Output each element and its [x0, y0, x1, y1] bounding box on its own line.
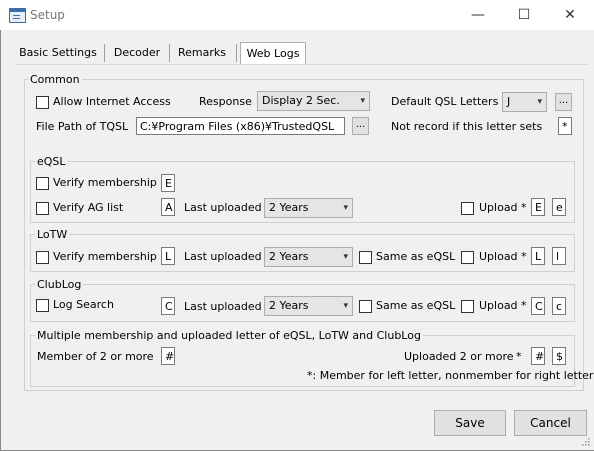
eqsl-last-uploaded-select[interactable]: 2 Years ▾ [264, 198, 353, 218]
tab-decoder[interactable]: Decoder [108, 42, 166, 64]
clublog-label: ClubLog [35, 278, 84, 291]
lotw-membership-letter-input[interactable]: L [161, 247, 175, 265]
chevron-down-icon: ▾ [360, 96, 365, 106]
clublog-last-uploaded-label: Last uploaded [184, 300, 262, 313]
letter-note: *: Member for left letter, nonmember for… [307, 369, 594, 382]
lotw-upload-right-input[interactable]: l [552, 247, 566, 265]
file-path-label: File Path of TQSL [36, 120, 129, 133]
clublog-same-as-eqsl-label: Same as eQSL [376, 299, 456, 312]
chevron-down-icon: ▾ [343, 203, 348, 213]
lotw-verify-membership-label: Verify membership [53, 250, 157, 263]
app-icon [9, 8, 26, 23]
file-path-browse-button[interactable]: ... [352, 117, 369, 135]
tab-basic-settings[interactable]: Basic Settings [16, 42, 100, 64]
clublog-search-letter-input[interactable]: C [161, 297, 175, 315]
save-button[interactable]: Save [434, 410, 506, 436]
not-record-input[interactable]: * [558, 117, 572, 135]
allow-internet-checkbox[interactable] [36, 96, 49, 109]
eqsl-upload-left-input[interactable]: E [531, 198, 545, 216]
cancel-button[interactable]: Cancel [514, 410, 587, 436]
eqsl-upload-star: * [521, 201, 527, 214]
clublog-upload-right-input[interactable]: c [552, 297, 566, 315]
clublog-log-search-checkbox[interactable] [36, 299, 49, 312]
chevron-down-icon: ▾ [343, 252, 348, 262]
uploaded-2-or-more-left-input[interactable]: # [531, 347, 545, 365]
file-path-input[interactable]: C:¥Program Files (x86)¥TrustedQSL [136, 117, 345, 135]
response-value: Display 2 Sec. [262, 94, 340, 107]
tab-divider [104, 44, 105, 62]
window-title: Setup [30, 8, 65, 22]
clublog-same-as-eqsl-checkbox[interactable] [359, 300, 372, 313]
allow-internet-label: Allow Internet Access [53, 95, 171, 108]
common-label: Common [28, 73, 82, 86]
multiple-label: Multiple membership and uploaded letter … [35, 329, 423, 342]
not-record-label: Not record if this letter sets [391, 120, 543, 133]
eqsl-verify-ag-label: Verify AG list [53, 201, 124, 214]
minimize-button[interactable]: — [455, 0, 501, 30]
eqsl-upload-right-input[interactable]: e [552, 198, 566, 216]
clublog-last-uploaded-select[interactable]: 2 Years ▾ [264, 296, 353, 316]
maximize-button[interactable]: ☐ [501, 0, 547, 30]
eqsl-verify-ag-checkbox[interactable] [36, 202, 49, 215]
tab-remarks[interactable]: Remarks [172, 42, 232, 64]
member-2-or-more-label: Member of 2 or more [37, 350, 154, 363]
tab-web-logs[interactable]: Web Logs [240, 42, 306, 65]
lotw-last-uploaded-label: Last uploaded [184, 250, 262, 263]
eqsl-last-uploaded-value: 2 Years [269, 201, 309, 214]
clublog-log-search-label: Log Search [53, 298, 114, 311]
default-qsl-select[interactable]: J ▾ [502, 92, 547, 112]
eqsl-ag-letter-input[interactable]: A [161, 198, 175, 216]
lotw-upload-label: Upload [479, 250, 518, 263]
lotw-same-as-eqsl-checkbox[interactable] [359, 251, 372, 264]
close-button[interactable]: ✕ [547, 0, 593, 30]
clublog-upload-left-input[interactable]: C [531, 297, 545, 315]
tab-divider [236, 44, 237, 62]
lotw-last-uploaded-value: 2 Years [269, 250, 309, 263]
eqsl-upload-checkbox[interactable] [461, 202, 474, 215]
eqsl-label: eQSL [35, 155, 68, 168]
eqsl-verify-membership-label: Verify membership [53, 176, 157, 189]
lotw-verify-membership-checkbox[interactable] [36, 251, 49, 264]
lotw-upload-left-input[interactable]: L [531, 247, 545, 265]
eqsl-verify-membership-checkbox[interactable] [36, 177, 49, 190]
uploaded-2-or-more-right-input[interactable]: $ [552, 347, 566, 365]
lotw-upload-checkbox[interactable] [461, 251, 474, 264]
clublog-upload-label: Upload [479, 299, 518, 312]
title-bar: Setup — ☐ ✕ [0, 0, 594, 30]
default-qsl-browse-button[interactable]: ... [555, 93, 572, 111]
clublog-upload-checkbox[interactable] [461, 300, 474, 313]
response-select[interactable]: Display 2 Sec. ▾ [257, 91, 370, 111]
resize-grip-icon[interactable] [580, 436, 590, 446]
response-label: Response [199, 95, 252, 108]
eqsl-last-uploaded-label: Last uploaded [184, 201, 262, 214]
chevron-down-icon: ▾ [537, 97, 542, 107]
lotw-last-uploaded-select[interactable]: 2 Years ▾ [264, 247, 353, 267]
default-qsl-label: Default QSL Letters [391, 95, 499, 108]
member-2-or-more-input[interactable]: # [161, 347, 175, 365]
uploaded-2-or-more-label: Uploaded 2 or more [404, 350, 514, 363]
lotw-label: LoTW [35, 228, 70, 241]
lotw-same-as-eqsl-label: Same as eQSL [376, 250, 456, 263]
lotw-upload-star: * [521, 250, 527, 263]
eqsl-upload-label: Upload [479, 201, 518, 214]
tab-divider [169, 44, 170, 62]
chevron-down-icon: ▾ [343, 301, 348, 311]
clublog-last-uploaded-value: 2 Years [269, 299, 309, 312]
uploaded-2-or-more-star: * [516, 350, 522, 363]
eqsl-membership-letter-input[interactable]: E [161, 174, 175, 192]
clublog-upload-star: * [521, 299, 527, 312]
default-qsl-value: J [507, 95, 511, 108]
